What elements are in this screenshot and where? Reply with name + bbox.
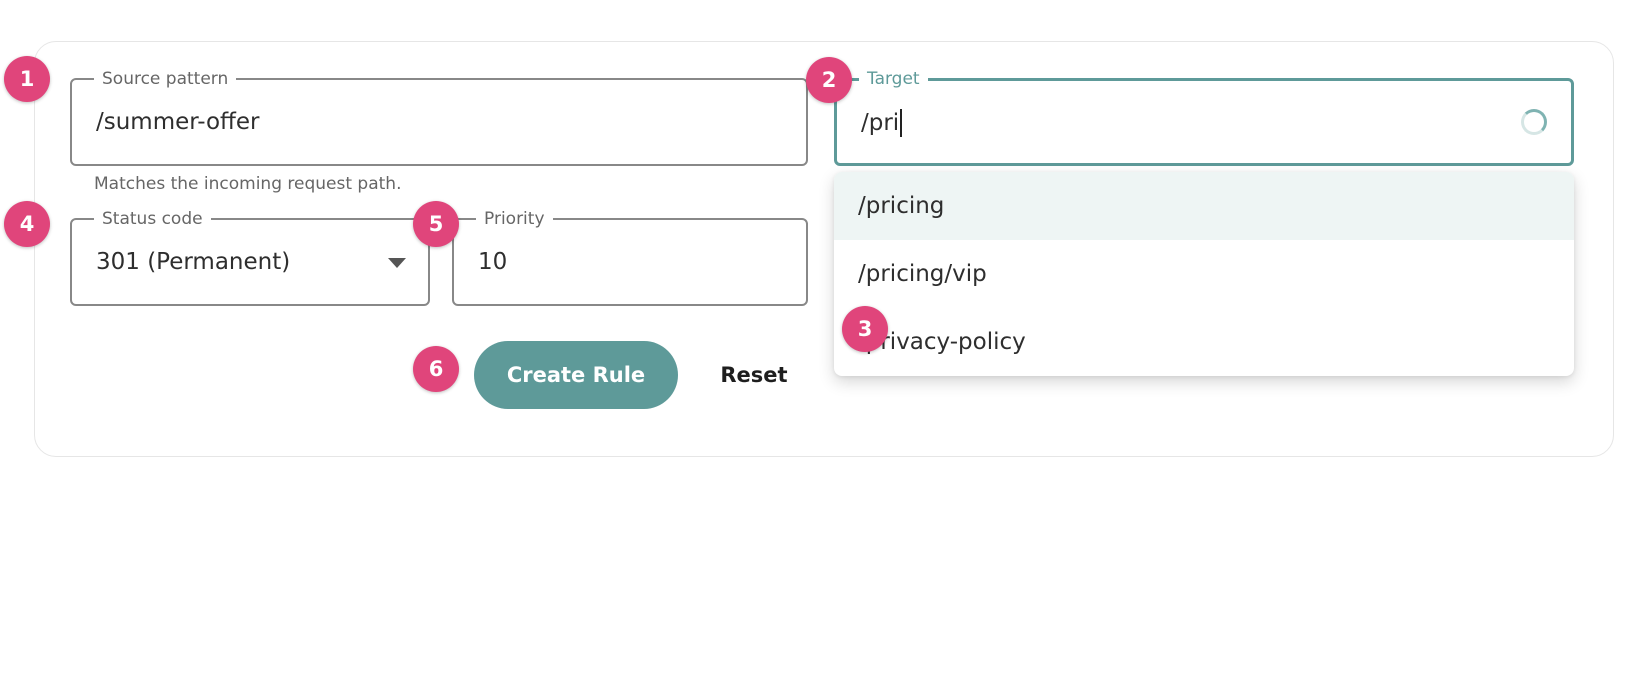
source-pattern-label: Source pattern — [94, 69, 237, 89]
marker-badge: 1 — [4, 56, 50, 102]
marker-badge: 6 — [413, 346, 459, 392]
source-pattern-input[interactable]: /summer-offer — [96, 108, 260, 136]
suggestion-option[interactable]: /pricing/vip — [834, 240, 1574, 308]
source-pattern-field[interactable]: Source pattern /summer-offer — [70, 69, 808, 166]
text-caret — [900, 109, 903, 137]
target-label: Target — [859, 69, 928, 89]
marker-badge: 4 — [4, 201, 50, 247]
suggestion-option[interactable]: /pricing — [834, 172, 1574, 240]
marker-badge: 2 — [806, 57, 852, 103]
marker-badge: 3 — [842, 306, 888, 352]
target-input[interactable]: /pri — [861, 109, 903, 137]
priority-label: Priority — [476, 209, 553, 229]
target-input-text: /pri — [861, 110, 900, 136]
priority-input[interactable]: 10 — [478, 248, 507, 276]
create-rule-button[interactable]: Create Rule — [474, 341, 678, 409]
priority-field[interactable]: Priority 10 — [452, 209, 808, 306]
status-code-select[interactable]: Status code 301 (Permanent) — [70, 209, 430, 306]
status-code-label: Status code — [94, 209, 211, 229]
target-suggestions-list: /pricing /pricing/vip /privacy-policy — [834, 172, 1574, 376]
reset-button[interactable]: Reset — [706, 341, 802, 409]
chevron-down-icon[interactable] — [388, 258, 406, 268]
loading-spinner-icon — [1521, 109, 1547, 135]
target-field[interactable]: Target /pri — [834, 69, 1574, 166]
marker-badge: 5 — [413, 201, 459, 247]
status-code-value: 301 (Permanent) — [96, 249, 291, 275]
source-pattern-helper: Matches the incoming request path. — [94, 174, 402, 194]
suggestion-option[interactable]: /privacy-policy — [834, 308, 1574, 376]
